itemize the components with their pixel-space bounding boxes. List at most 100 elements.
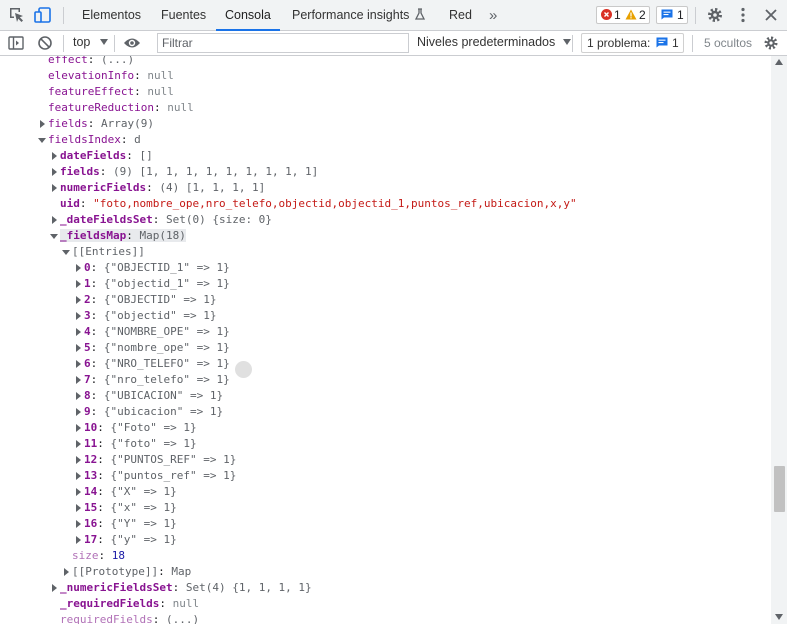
property-separator: : [158,565,172,578]
expand-arrow-icon[interactable] [52,584,57,592]
expandable-property-row[interactable]: 4: {"NOMBRE_OPE" => 1} [72,324,230,340]
property-row: _requiredFields: null [48,596,199,612]
expand-arrow-icon[interactable] [76,392,81,400]
expand-arrow-icon[interactable] [76,504,81,512]
property-value: {"OBJECTID_1" => 1} [103,261,230,274]
issues-button[interactable]: 1 problema: 1 [581,33,684,53]
expandable-property-row[interactable]: fieldsIndex: d [36,132,141,148]
property-value: "foto,nombre_ope,nro_telefo,objectid,obj… [93,197,577,210]
sidebar-toggle-icon[interactable] [8,35,24,51]
expandable-property-row[interactable]: 9: {"ubicacion" => 1} [72,404,223,420]
expand-arrow-icon[interactable] [76,264,81,272]
property-value: {"puntos_ref" => 1} [110,469,237,482]
expandable-property-row[interactable]: 6: {"NRO_TELEFO" => 1} [72,356,230,372]
expand-arrow-icon[interactable] [76,472,81,480]
expandable-property-row[interactable]: 11: {"foto" => 1} [72,436,197,452]
tab-performance-insights[interactable]: Performance insights [292,0,425,30]
expandable-property-row[interactable]: 17: {"y" => 1} [72,532,177,548]
expandable-property-row[interactable]: numericFields: (4) [1, 1, 1, 1] [48,180,265,196]
context-selector[interactable]: top [73,35,108,49]
expandable-property-row[interactable]: 10: {"Foto" => 1} [72,420,197,436]
separator [572,35,573,52]
console-scrollbar[interactable] [771,56,787,624]
settings-gear-icon[interactable] [706,6,724,24]
error-warning-badge[interactable]: 1 2 [596,6,650,24]
property-separator: : [97,421,111,434]
expandable-property-row[interactable]: 13: {"puntos_ref" => 1} [72,468,236,484]
issues-label: 1 problema: [587,36,651,50]
expand-arrow-icon[interactable] [76,376,81,384]
expandable-property-row[interactable]: 2: {"OBJECTID" => 1} [72,292,216,308]
expandable-property-row[interactable]: [[Prototype]]: Map [60,564,191,580]
property-value: {"UBICACION" => 1} [103,389,224,402]
expand-arrow-icon[interactable] [76,456,81,464]
property-separator: : [97,453,111,466]
collapse-arrow-icon[interactable] [38,138,46,143]
expand-arrow-icon[interactable] [76,328,81,336]
expandable-property-row[interactable]: 15: {"x" => 1} [72,500,177,516]
expandable-property-row[interactable]: _numericFieldsSet: Set(4) {1, 1, 1, 1} [48,580,312,596]
scroll-up-arrow-icon[interactable] [775,59,783,65]
live-expression-eye-icon[interactable] [123,36,141,50]
property-value: (...) [101,56,135,66]
expandable-property-row[interactable]: 16: {"Y" => 1} [72,516,177,532]
expand-arrow-icon[interactable] [76,488,81,496]
tab-console[interactable]: Consola [216,0,280,31]
scroll-down-arrow-icon[interactable] [775,614,783,620]
expandable-property-row[interactable]: 14: {"X" => 1} [72,484,177,500]
expand-arrow-icon[interactable] [76,520,81,528]
property-value: {"objectid_1" => 1} [103,277,230,290]
inspect-element-icon[interactable] [8,6,26,24]
collapse-arrow-icon[interactable] [62,250,70,255]
devtools-tabbar: Elementos Fuentes Consola Performance in… [0,0,787,31]
expandable-property-row[interactable]: _fieldsMap: Map(18) [48,228,186,244]
expand-arrow-icon[interactable] [64,568,69,576]
expand-arrow-icon[interactable] [76,280,81,288]
expandable-property-row[interactable]: fields: Array(9) [36,116,154,132]
expand-arrow-icon[interactable] [40,120,45,128]
clear-console-icon[interactable] [37,35,53,51]
expand-arrow-icon[interactable] [76,440,81,448]
expandable-property-row[interactable]: _dateFieldsSet: Set(0) {size: 0} [48,212,272,228]
expand-arrow-icon[interactable] [76,344,81,352]
tab-network[interactable]: Red [449,0,472,30]
expandable-property-row[interactable]: 5: {"nombre_ope" => 1} [72,340,230,356]
tab-sources[interactable]: Fuentes [161,0,206,30]
log-levels-dropdown[interactable]: Niveles predeterminados [417,35,571,49]
expandable-property-row[interactable]: [[Entries]] [60,244,145,260]
filter-input[interactable] [157,33,409,53]
device-toolbar-icon[interactable] [34,6,52,24]
expand-arrow-icon[interactable] [52,168,57,176]
tab-elements[interactable]: Elementos [82,0,141,30]
more-options-icon[interactable] [734,6,752,24]
expand-arrow-icon[interactable] [76,360,81,368]
expand-arrow-icon[interactable] [52,152,57,160]
expandable-property-row[interactable]: 12: {"PUNTOS_REF" => 1} [72,452,236,468]
collapse-arrow-icon[interactable] [50,234,58,239]
expandable-property-row[interactable]: 0: {"OBJECTID_1" => 1} [72,260,230,276]
message-badge[interactable]: 1 [656,6,688,24]
expandable-property-row[interactable]: 1: {"objectid_1" => 1} [72,276,230,292]
property-separator: : [90,325,104,338]
expandable-property-row[interactable]: 3: {"objectid" => 1} [72,308,216,324]
property-key: _requiredFields [60,597,160,610]
expand-arrow-icon[interactable] [76,536,81,544]
property-value: {"X" => 1} [110,485,177,498]
more-tabs-button[interactable]: » [489,0,497,30]
expandable-property-row[interactable]: 8: {"UBICACION" => 1} [72,388,223,404]
expandable-property-row[interactable]: 7: {"nro_telefo" => 1} [72,372,230,388]
expandable-property-row[interactable]: fields: (9) [1, 1, 1, 1, 1, 1, 1, 1, 1] [48,164,318,180]
scrollbar-thumb[interactable] [774,466,785,512]
expand-arrow-icon[interactable] [76,296,81,304]
expand-arrow-icon[interactable] [76,312,81,320]
property-value: Array(9) [101,117,154,130]
expand-arrow-icon[interactable] [76,408,81,416]
close-icon[interactable] [762,6,780,24]
expand-arrow-icon[interactable] [52,184,57,192]
property-key: elevationInfo [48,69,135,82]
expand-arrow-icon[interactable] [76,424,81,432]
expandable-property-row[interactable]: dateFields: [] [48,148,153,164]
console-settings-gear-icon[interactable] [763,35,779,51]
expand-arrow-icon[interactable] [52,216,57,224]
property-key: requiredFields [60,613,153,624]
